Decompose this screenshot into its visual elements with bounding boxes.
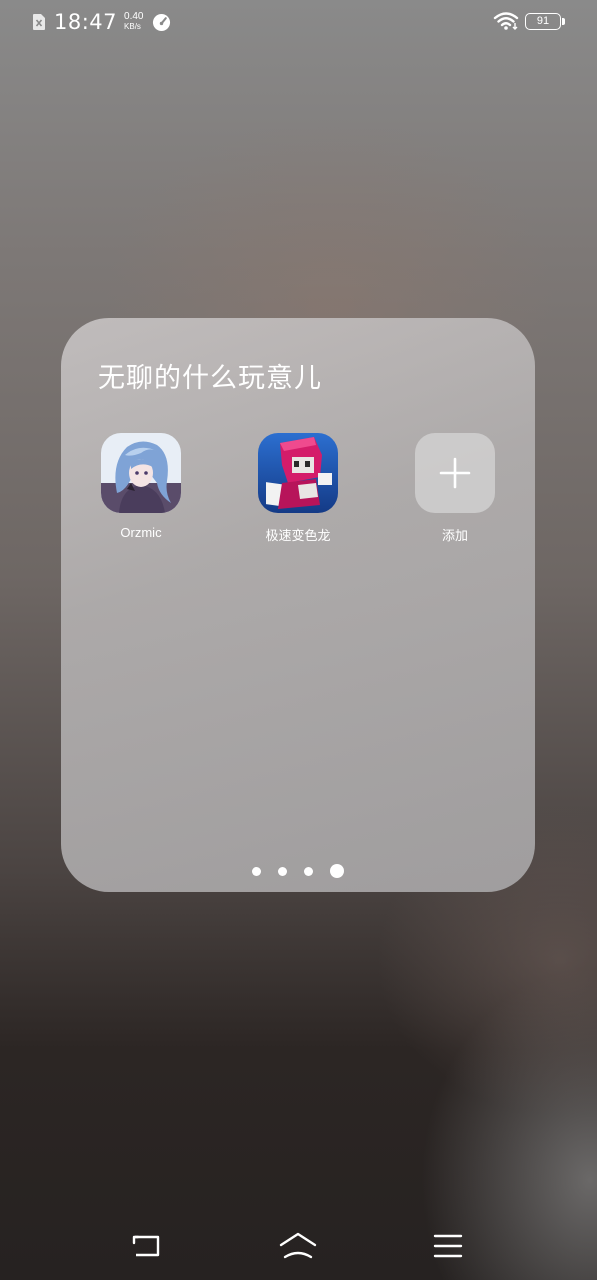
page-indicator[interactable] [61, 864, 535, 878]
wifi-icon [493, 12, 519, 30]
network-speed: 0.40 KB/s [124, 12, 143, 32]
menu-icon[interactable] [433, 1233, 463, 1259]
add-app-button[interactable]: 添加 [400, 433, 510, 544]
page-dot[interactable] [304, 866, 313, 876]
chameleon-run-app-icon[interactable] [258, 433, 338, 513]
back-button[interactable] [128, 1230, 168, 1262]
home-icon[interactable] [278, 1231, 318, 1261]
app-label: 添加 [441, 528, 468, 543]
navigation-bar [0, 1220, 597, 1272]
app-orzmic[interactable]: Orzmic [86, 433, 196, 540]
battery-level: 91 [536, 15, 550, 27]
page-dot-active[interactable] [330, 864, 344, 878]
battery-icon: 91 [525, 12, 561, 30]
back-icon[interactable] [132, 1233, 164, 1259]
speed-gauge-icon [152, 13, 170, 31]
app-label: 极速变色龙 [265, 528, 331, 543]
app-chameleon-run[interactable]: 极速变色龙 [243, 433, 353, 544]
network-speed-unit: KB/s [124, 22, 141, 31]
clock: 18:47 [54, 10, 118, 34]
status-bar: 18:47 0.40 KB/s 91 [0, 0, 597, 46]
home-button[interactable] [278, 1230, 318, 1262]
page-dot[interactable] [252, 866, 261, 876]
app-label: Orzmic [120, 525, 162, 540]
status-right: 91 [493, 11, 565, 31]
add-icon[interactable] [415, 433, 495, 513]
folder-title[interactable]: 无聊的什么玩意儿 [98, 356, 322, 395]
sim-error-icon [33, 14, 45, 30]
menu-button[interactable] [428, 1230, 468, 1262]
network-speed-value: 0.40 [124, 11, 144, 22]
app-folder: 无聊的什么玩意儿 Orzmic 极速变色龙 添加 [61, 318, 535, 892]
orzmic-app-icon[interactable] [101, 433, 181, 513]
battery-cap [562, 17, 565, 25]
page-dot[interactable] [278, 866, 287, 876]
status-left: 18:47 0.40 KB/s [32, 10, 171, 34]
